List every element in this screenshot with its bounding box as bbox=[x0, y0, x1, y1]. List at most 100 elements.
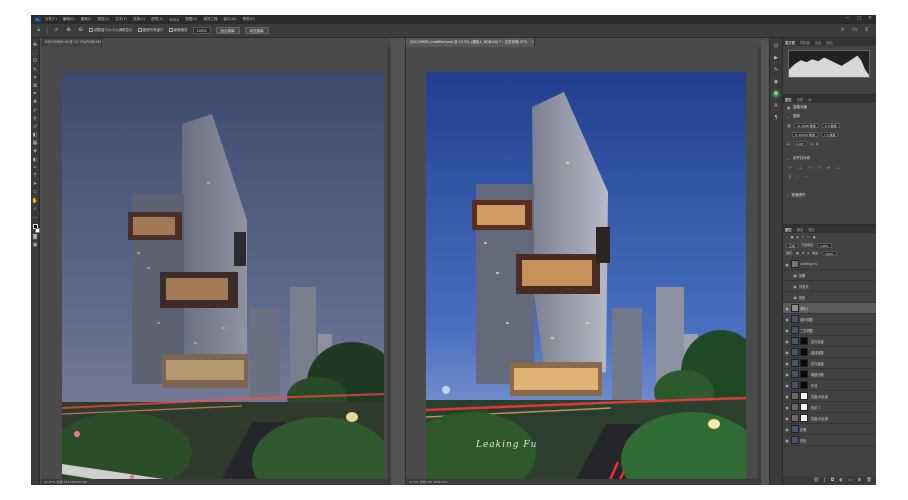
layer-thumbnail[interactable] bbox=[791, 381, 799, 389]
menu-layer[interactable]: 图层(L) bbox=[97, 17, 109, 22]
eye-icon[interactable]: ◉ bbox=[783, 372, 791, 377]
document-tab-original[interactable]: DSC09908.tif @ 11.7%(RGB/16) bbox=[41, 38, 102, 47]
marquee-tool-icon[interactable]: ⬚ bbox=[32, 50, 39, 57]
menu-edit[interactable]: 编辑(E) bbox=[63, 17, 75, 22]
filter-smart-icon[interactable]: ▣ bbox=[813, 235, 816, 239]
canvas-original-photo[interactable] bbox=[62, 72, 384, 485]
resize-windows-option[interactable]: 调整窗口大小以满屏显示 bbox=[89, 28, 133, 33]
maximize-button[interactable]: □ bbox=[857, 16, 861, 21]
background-color-swatch[interactable] bbox=[34, 227, 40, 233]
tab-paths[interactable]: 路径 bbox=[808, 227, 815, 232]
layer-mask-thumbnail[interactable] bbox=[800, 403, 808, 411]
eye-icon[interactable]: ◉ bbox=[783, 427, 791, 432]
quick-mask-icon[interactable]: ◙ bbox=[32, 234, 39, 241]
hand-tool-icon[interactable]: ✋ bbox=[32, 198, 39, 205]
plugin-panel-icon[interactable]: ✿ bbox=[772, 90, 780, 98]
document-scrollbar[interactable] bbox=[387, 47, 391, 479]
share-icon[interactable]: ⇪ bbox=[863, 27, 870, 34]
height-field[interactable]: H 10646 像素 bbox=[792, 132, 818, 137]
eye-icon[interactable]: ◉ bbox=[783, 350, 791, 355]
menu-type[interactable]: 文字(Y) bbox=[115, 17, 127, 22]
zoom-value-field[interactable]: 100% bbox=[192, 27, 211, 34]
layer-row[interactable]: ◉ Leaking Fu bbox=[783, 259, 876, 270]
layer-mask-thumbnail[interactable] bbox=[800, 359, 808, 367]
more-tools-icon[interactable]: … bbox=[32, 214, 39, 221]
zoom-tool-icon[interactable]: ⌕ bbox=[53, 27, 60, 34]
layer-row[interactable]: ◉ 亮度/对比度 bbox=[783, 413, 876, 424]
align-header[interactable]: ⌄ 对齐并分布 bbox=[783, 154, 876, 163]
eye-icon[interactable]: ◉ bbox=[783, 405, 791, 410]
layer-row[interactable]: ◉ 色阶 1 bbox=[783, 402, 876, 413]
filter-type-icon[interactable]: T bbox=[802, 235, 804, 239]
eye-icon[interactable]: ◉ bbox=[783, 438, 791, 443]
blend-mode-select[interactable]: 正常 bbox=[786, 242, 799, 248]
filter-shape-icon[interactable]: ▭ bbox=[807, 235, 810, 239]
tab-adjustments[interactable]: 调整 bbox=[797, 97, 804, 102]
filter-pixel-icon[interactable]: ▦ bbox=[791, 235, 794, 239]
menu-file[interactable]: 文件(F) bbox=[45, 17, 57, 22]
link-layers-icon[interactable]: ⛓ bbox=[813, 478, 819, 483]
search-icon[interactable]: ⌕ bbox=[839, 27, 846, 34]
layer-mask-thumbnail[interactable] bbox=[800, 392, 808, 400]
blur-tool-icon[interactable]: ◈ bbox=[32, 148, 39, 155]
type-tool-icon[interactable]: T bbox=[32, 173, 39, 180]
eye-icon[interactable]: ◉ bbox=[783, 416, 791, 421]
resize-windows-checkbox[interactable] bbox=[89, 28, 93, 32]
eye-icon[interactable]: ◉ bbox=[783, 328, 791, 333]
zoom-tool-icon[interactable]: ⌕ bbox=[32, 206, 39, 213]
history-brush-tool-icon[interactable]: ↺ bbox=[32, 124, 39, 131]
character-panel-icon[interactable]: A bbox=[772, 102, 780, 110]
history-panel-icon[interactable]: ◷ bbox=[772, 42, 780, 50]
layer-thumbnail[interactable] bbox=[791, 370, 799, 378]
new-group-icon[interactable]: ▭ bbox=[848, 478, 852, 483]
tab-navigator[interactable]: 导航器 bbox=[800, 40, 810, 45]
tab-libraries[interactable]: 库 bbox=[808, 97, 811, 102]
y-field[interactable]: Y 0 像素 bbox=[820, 132, 839, 137]
layer-thumbnail[interactable] bbox=[791, 359, 799, 367]
align-bottom-icon[interactable]: ⊥ bbox=[836, 165, 839, 170]
layer-mask-thumbnail[interactable] bbox=[800, 337, 808, 345]
opacity-field[interactable]: 100% bbox=[817, 242, 832, 248]
width-field[interactable]: W 7098 像素 bbox=[794, 123, 819, 128]
path-select-tool-icon[interactable]: ➤ bbox=[32, 181, 39, 188]
new-layer-icon[interactable]: ⊞ bbox=[858, 478, 862, 483]
align-right-icon[interactable]: ⊣ bbox=[808, 165, 811, 170]
layer-mask-thumbnail[interactable] bbox=[800, 370, 808, 378]
layer-thumbnail[interactable] bbox=[791, 337, 799, 345]
angle-field[interactable]: 0.00° bbox=[792, 141, 808, 146]
eye-icon[interactable]: ◉ bbox=[791, 273, 799, 278]
layer-row[interactable]: ◉ 二次调整 bbox=[783, 325, 876, 336]
layer-thumbnail[interactable] bbox=[791, 260, 799, 268]
fill-screen-button[interactable]: 填充屏幕 bbox=[244, 27, 269, 34]
brush-tool-icon[interactable]: ✐ bbox=[32, 108, 39, 115]
minimize-button[interactable]: — bbox=[845, 16, 850, 21]
brush-settings-icon[interactable]: ✎ bbox=[772, 66, 780, 74]
eye-icon[interactable]: ◉ bbox=[791, 295, 799, 300]
transform-header[interactable]: ⌄ 变换 bbox=[783, 112, 876, 121]
distribute-h-icon[interactable]: ⫼ bbox=[789, 174, 791, 179]
canvas-edited-photo[interactable] bbox=[426, 72, 746, 485]
layer-thumbnail[interactable] bbox=[791, 403, 799, 411]
link-icon[interactable]: ⛓ bbox=[787, 124, 791, 128]
layer-row[interactable]: ◉ 暗部压暗 bbox=[783, 369, 876, 380]
align-left-icon[interactable]: ⊢ bbox=[789, 165, 792, 170]
adjustment-layer-icon[interactable]: ◐ bbox=[839, 478, 843, 483]
layer-row[interactable]: ◉ 效果 bbox=[783, 270, 876, 281]
distribute-v-icon[interactable]: ⫶ bbox=[797, 174, 798, 179]
screen-mode-icon[interactable]: ▣ bbox=[32, 242, 39, 249]
menu-view[interactable]: 视图(V) bbox=[185, 17, 197, 22]
fit-screen-button[interactable]: 适合屏幕 bbox=[215, 27, 240, 34]
menu-image[interactable]: 图像(I) bbox=[81, 17, 92, 22]
layer-style-icon[interactable]: ƒ bbox=[824, 478, 826, 483]
layer-row[interactable]: ◉ 亮度/对比度 bbox=[783, 391, 876, 402]
layer-thumbnail[interactable] bbox=[791, 326, 799, 334]
healing-brush-tool-icon[interactable]: ✚ bbox=[32, 99, 39, 106]
eye-icon[interactable]: ◉ bbox=[783, 383, 791, 388]
eraser-tool-icon[interactable]: ◧ bbox=[32, 132, 39, 139]
layer-row[interactable]: ◉ 车流 bbox=[783, 380, 876, 391]
menu-help[interactable]: 帮助(H) bbox=[243, 17, 255, 22]
frame-tool-icon[interactable]: ⊠ bbox=[32, 83, 39, 90]
home-icon[interactable]: ⌂ bbox=[35, 27, 42, 34]
zoom-all-option[interactable]: 缩放所有窗口 bbox=[137, 28, 164, 33]
layer-thumbnail[interactable] bbox=[791, 304, 799, 312]
